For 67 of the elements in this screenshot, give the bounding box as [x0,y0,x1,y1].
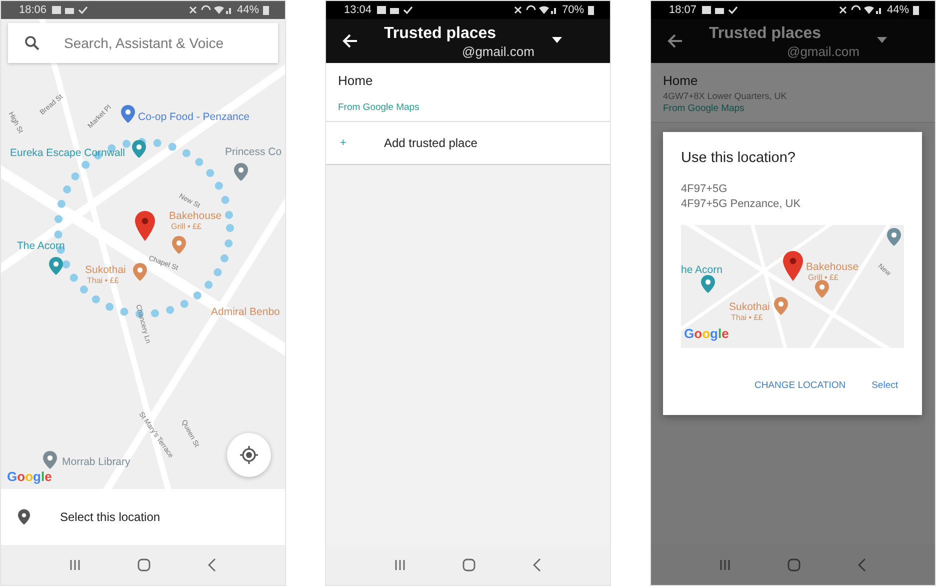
map-place-label[interactable]: Bakehouse Grill • ££ [169,210,222,232]
battery-icon [588,5,594,15]
account-email[interactable]: @gmail.com [709,44,860,59]
map-place-label[interactable]: Co-op Food - Penzance [138,111,250,124]
location-pin-icon [783,250,803,281]
map-place-label: Bakehouse Grill • ££ [806,260,859,282]
home-icon[interactable] [787,558,801,572]
battery-icon [913,5,919,15]
place-pin-icon[interactable] [234,163,248,181]
map-place-label: he Acorn [681,264,722,276]
map-place-label[interactable]: The Acorn [17,240,65,252]
google-logo: Google [7,469,52,484]
battery-level: 44% [236,4,259,16]
map-place-label[interactable]: Admiral Benbo [211,306,280,318]
place-pin-icon [18,509,30,525]
map-place-label: Sukothai Thai • ££ [729,300,770,322]
account-email[interactable]: @gmail.com [384,44,534,59]
google-logo: Google [684,326,729,341]
search-field[interactable]: Search, Assistant & Voice [8,23,278,63]
battery-level: 70% [562,4,584,16]
map-place-label[interactable]: Morrab Library [62,456,130,468]
place-pin-icon[interactable] [121,105,135,123]
select-button[interactable]: Select [866,376,904,395]
home-icon[interactable] [137,558,151,572]
search-icon [24,35,40,51]
place-pin-icon[interactable] [132,140,146,158]
screen-title: Trusted places [709,25,822,43]
place-pin-icon[interactable] [43,451,57,469]
place-pin-icon [774,296,788,315]
status-time: 13:04 [344,4,372,16]
screen-title: Trusted places [384,25,498,43]
place-pin-icon[interactable] [172,236,186,254]
trusted-place-item[interactable]: Home From Google Maps [326,63,610,122]
home-icon[interactable] [462,558,476,572]
address-text: 4F97+5G [681,182,728,197]
map-place-label[interactable]: Eureka Escape Cornwall [10,147,125,160]
status-time: 18:06 [19,4,47,16]
battery-level: 44% [886,4,909,16]
select-location-button[interactable]: Select this location [1,489,285,545]
signal-icons [514,5,558,15]
trusted-place-item[interactable]: Home 4GW7+8X Lower Quarters, UK From Google Maps [651,63,935,123]
place-pin-icon [815,280,829,298]
battery-icon [263,5,269,15]
signal-icons [838,5,883,15]
location-pin-icon [135,211,155,241]
address-text: 4F97+5G Penzance, UK [681,197,802,212]
recent-apps-icon[interactable] [394,559,406,571]
location-target-icon [239,445,259,465]
dropdown-caret-icon[interactable] [552,37,562,43]
recent-apps-icon[interactable] [69,559,81,571]
place-pin-icon[interactable] [49,257,63,275]
status-time: 18:07 [669,4,697,16]
add-trusted-place-button[interactable]: + Add trusted place [326,122,610,165]
my-location-button[interactable] [227,433,271,477]
map-place-label[interactable]: Princess Co [225,146,282,158]
signal-icons [188,5,233,15]
dialog-title: Use this location? [681,150,796,166]
place-pin-icon[interactable] [133,263,147,281]
back-icon[interactable] [857,558,867,572]
change-location-button[interactable]: CHANGE LOCATION [748,376,852,395]
place-pin-icon [701,274,715,293]
back-icon[interactable] [207,558,217,572]
place-pin-icon [887,228,901,246]
recent-apps-icon[interactable] [719,559,731,571]
back-icon[interactable] [532,558,542,572]
back-arrow-icon[interactable] [342,33,358,49]
map-place-label[interactable]: Sukothai Thai • ££ [85,264,126,286]
